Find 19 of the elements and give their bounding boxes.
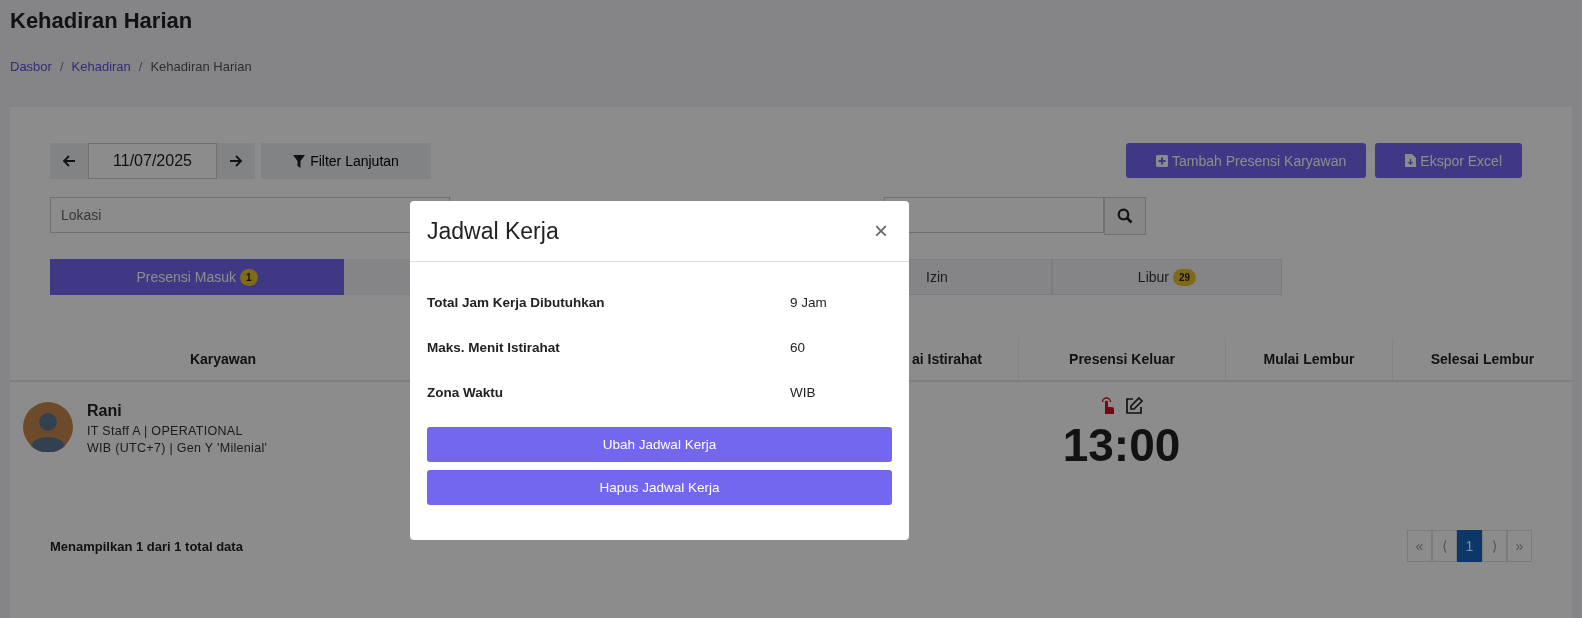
- field-label: Zona Waktu: [427, 385, 504, 400]
- checkout-time: 13:00: [1062, 418, 1181, 472]
- breadcrumb-current: Kehadiran Harian: [150, 59, 252, 76]
- column-header: Presensi Keluar: [1018, 338, 1225, 380]
- page-title: Kehadiran Harian: [9, 7, 194, 35]
- field-value: 9 Jam: [790, 295, 827, 310]
- count-badge: 1: [240, 268, 258, 286]
- column-header: Mulai Lembur: [1225, 338, 1392, 380]
- column-header: Selesai Lembur: [1392, 338, 1572, 380]
- breadcrumb-separator: /: [59, 59, 64, 76]
- field-value: 60: [790, 340, 806, 355]
- count-badge: 29: [1173, 268, 1197, 286]
- breadcrumb-separator: /: [138, 59, 143, 76]
- field-value: WIB: [790, 385, 816, 400]
- employee-timezone: WIB (UTC+7) | Gen Y 'Milenial': [87, 440, 268, 457]
- employee-name: Rani: [87, 402, 123, 420]
- summary-text: Menampilkan 1 dari 1 total data: [50, 538, 243, 554]
- field-label: Total Jam Kerja Dibutuhkan: [427, 295, 606, 310]
- employee-position: IT Staff A | OPERATIONAL: [87, 423, 244, 440]
